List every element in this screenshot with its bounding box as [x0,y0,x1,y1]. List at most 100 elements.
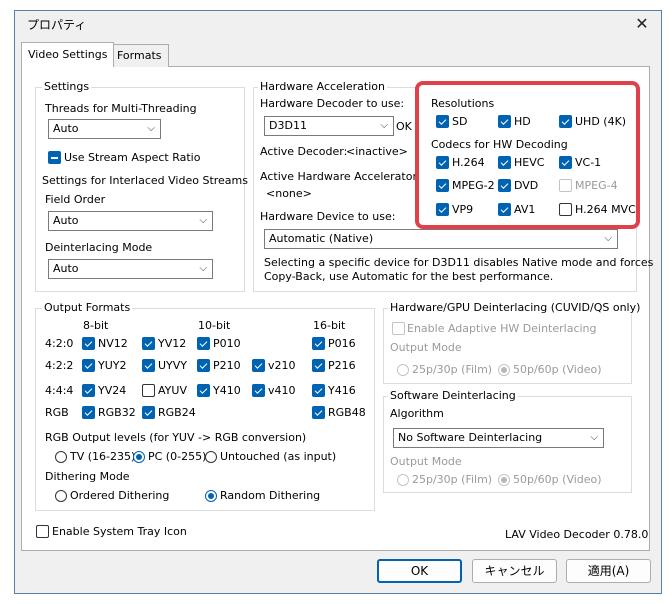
fmt-ayuv-checkbox[interactable] [142,384,155,397]
highlight-box [415,81,640,229]
chevron-down-icon: ⌵ [380,120,388,131]
sw-mode-film-radio[interactable] [397,474,409,486]
fmt-rgb32-checkbox[interactable] [82,406,95,419]
fmt-v210-checkbox[interactable] [252,359,265,372]
deint-mode-label: Deinterlacing Mode [45,241,153,254]
system-tray-label: Enable System Tray Icon [52,525,187,538]
interlaced-label: Settings for Interlaced Video Streams [42,174,248,187]
stream-aspect-label: Use Stream Aspect Ratio [64,151,201,164]
col-16bit-label: 16-bit [313,319,346,332]
hwaccel-group-label: Hardware Acceleration [258,80,387,93]
level-tv-label: TV (16-235) [70,450,136,463]
level-untouched-radio[interactable] [205,451,217,463]
system-tray-checkbox[interactable] [36,525,49,538]
fmt-yuy2-label: YUY2 [98,359,127,372]
hw-device-select[interactable]: Automatic (Native) ⌵ [264,229,618,249]
hw-mode-film-radio[interactable] [397,364,409,376]
chevron-down-icon: ⌵ [199,215,207,226]
window-title: プロパティ [27,18,87,32]
row-422-label: 4:2:2 [45,359,74,372]
fmt-rgb48-checkbox[interactable] [312,406,325,419]
col-8bit-label: 8-bit [83,319,109,332]
sw-mode-video-label: 50p/60p (Video) [513,473,602,486]
adaptive-hw-deint-checkbox[interactable] [392,322,405,335]
active-accel-value: <none> [266,187,312,200]
field-order-label: Field Order [45,193,106,206]
chevron-down-icon: ⌵ [199,263,207,274]
hw-device-note-1: Selecting a specific device for D3D11 di… [264,256,654,269]
row-rgb-label: RGB [45,406,69,419]
fmt-p016-checkbox[interactable] [312,337,325,350]
hw-decoder-select[interactable]: D3D11 ⌵ [264,116,394,136]
fmt-v410-checkbox[interactable] [252,384,265,397]
hw-device-value: Automatic (Native) [269,232,374,245]
fmt-yv12-label: YV12 [158,337,187,350]
field-order-select[interactable]: Auto ⌵ [48,211,213,231]
dither-ordered-label: Ordered Dithering [70,489,170,502]
fmt-yuy2-checkbox[interactable] [82,359,95,372]
fmt-nv12-checkbox[interactable] [82,337,95,350]
threads-label: Threads for Multi-Threading [45,102,197,115]
hw-decoder-value: D3D11 [269,119,307,132]
col-10bit-label: 10-bit [198,319,231,332]
version-label: LAV Video Decoder 0.78.0 [505,528,649,541]
tab-formats[interactable]: Formats [110,44,169,67]
level-tv-radio[interactable] [55,451,67,463]
apply-button[interactable]: 適用(A) [566,559,651,583]
sw-output-mode-label: Output Mode [390,455,462,468]
algorithm-label: Algorithm [390,407,444,420]
output-formats-label: Output Formats [42,301,133,314]
fmt-y416-checkbox[interactable] [312,384,325,397]
dither-random-radio[interactable] [205,490,217,502]
fmt-yv12-checkbox[interactable] [142,337,155,350]
hw-decoder-label: Hardware Decoder to use: [260,97,405,110]
sw-deint-group-label: Software Deinterlacing [388,389,518,402]
dither-ordered-radio[interactable] [55,490,67,502]
close-icon[interactable]: ✕ [632,14,652,34]
fmt-p216-label: P216 [328,359,356,372]
fmt-uyvy-checkbox[interactable] [142,359,155,372]
fmt-rgb24-checkbox[interactable] [142,406,155,419]
fmt-p210-label: P210 [213,359,241,372]
active-decoder-label: Active Decoder: [260,145,348,158]
dither-random-label: Random Dithering [220,489,321,502]
fmt-p010-label: P010 [213,337,241,350]
threads-value: Auto [53,122,79,135]
fmt-p216-checkbox[interactable] [312,359,325,372]
fmt-yv24-checkbox[interactable] [82,384,95,397]
rgb-levels-label: RGB Output levels (for YUV -> RGB conver… [45,431,307,444]
level-untouched-label: Untouched (as input) [220,450,337,463]
threads-select[interactable]: Auto ⌵ [48,119,161,139]
fmt-yv24-label: YV24 [98,384,127,397]
fmt-rgb32-label: RGB32 [98,406,136,419]
hw-deint-group-label: Hardware/GPU Deinterlacing (CUVID/QS onl… [388,301,643,314]
hw-mode-film-label: 25p/30p (Film) [412,363,493,376]
hw-mode-video-radio[interactable] [498,364,510,376]
title-bar[interactable] [15,11,661,37]
stream-aspect-checkbox[interactable] [48,151,61,164]
ok-button[interactable]: OK [377,559,462,583]
settings-group-label: Settings [42,80,92,93]
level-pc-label: PC (0-255) [148,450,207,463]
row-444-label: 4:4:4 [45,384,74,397]
field-order-value: Auto [53,214,79,227]
deint-mode-select[interactable]: Auto ⌵ [48,259,213,279]
level-pc-radio[interactable] [133,451,145,463]
chevron-down-icon: ⌵ [147,123,155,134]
cancel-button[interactable]: キャンセル [472,559,557,583]
tab-video-settings[interactable]: Video Settings [21,42,115,67]
row-420-label: 4:2:0 [45,337,74,350]
hw-device-label: Hardware Device to use: [260,210,396,223]
fmt-p016-label: P016 [328,337,356,350]
chevron-down-icon: ⌵ [590,432,598,443]
fmt-p010-checkbox[interactable] [197,337,210,350]
hw-decoder-status: OK [396,120,412,133]
sw-mode-video-radio[interactable] [498,474,510,486]
dither-label: Dithering Mode [45,470,130,483]
algorithm-select[interactable]: No Software Deinterlacing ⌵ [393,428,604,448]
fmt-y416-label: Y416 [328,384,356,397]
fmt-p210-checkbox[interactable] [197,359,210,372]
fmt-y410-label: Y410 [213,384,241,397]
fmt-y410-checkbox[interactable] [197,384,210,397]
hw-output-mode-label: Output Mode [390,341,462,354]
